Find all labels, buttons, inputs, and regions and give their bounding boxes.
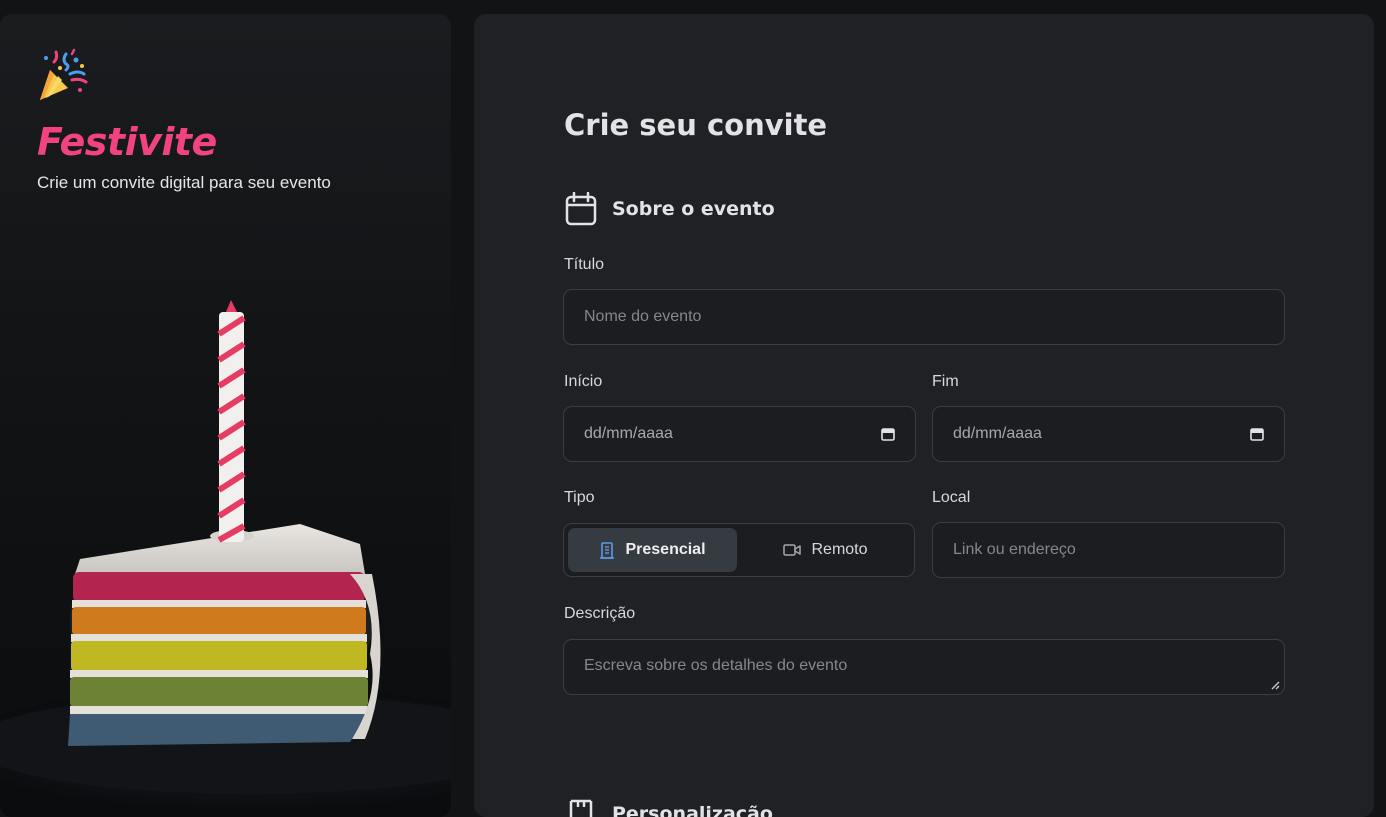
birthday-cake-image: [0, 300, 451, 811]
video-icon: [783, 544, 802, 556]
fim-date-field[interactable]: dd/mm/aaaa: [932, 406, 1285, 462]
date-picker-icon[interactable]: [881, 427, 895, 441]
section-event-header: Sobre o evento: [564, 192, 775, 226]
descricao-label: Descrição: [564, 605, 636, 622]
titulo-input[interactable]: [584, 308, 1264, 326]
palette-icon: [564, 797, 598, 817]
local-input[interactable]: [953, 541, 1264, 559]
tipo-segmented-control: Presencial Remoto: [563, 523, 915, 577]
date-picker-icon[interactable]: [1250, 427, 1264, 441]
resize-handle-icon[interactable]: [1270, 680, 1280, 690]
building-icon: [600, 541, 615, 559]
party-popper-icon: [40, 48, 88, 100]
tipo-option-remoto-label: Remoto: [811, 541, 868, 558]
form-title: Crie seu convite: [564, 108, 828, 142]
inicio-date-field[interactable]: dd/mm/aaaa: [563, 406, 916, 462]
local-label: Local: [932, 489, 971, 506]
brand-name: Festivite: [37, 120, 217, 164]
descricao-placeholder: Escreva sobre os detalhes do evento: [584, 657, 848, 674]
descricao-textarea[interactable]: Escreva sobre os detalhes do evento: [563, 639, 1285, 695]
calendar-icon: [564, 192, 598, 226]
hero-panel: Festivite Crie um convite digital para s…: [0, 14, 451, 817]
section-custom-header: Personalização: [564, 797, 773, 817]
inicio-label: Início: [564, 373, 603, 390]
titulo-field[interactable]: [563, 289, 1285, 345]
titulo-label: Título: [564, 256, 605, 273]
invite-form-panel: Crie seu convite Sobre o evento Título I…: [474, 14, 1374, 817]
fim-date-value: dd/mm/aaaa: [953, 425, 1042, 442]
tipo-option-presencial[interactable]: Presencial: [568, 528, 737, 572]
tipo-option-remoto[interactable]: Remoto: [741, 528, 910, 572]
inicio-date-value: dd/mm/aaaa: [584, 425, 673, 442]
tipo-option-presencial-label: Presencial: [625, 541, 706, 558]
fim-label: Fim: [932, 373, 959, 390]
section-custom-title: Personalização: [612, 803, 773, 817]
brand-tagline: Crie um convite digital para seu evento: [37, 173, 331, 192]
local-field[interactable]: [932, 522, 1285, 578]
tipo-label: Tipo: [564, 489, 595, 506]
section-event-title: Sobre o evento: [612, 198, 775, 220]
